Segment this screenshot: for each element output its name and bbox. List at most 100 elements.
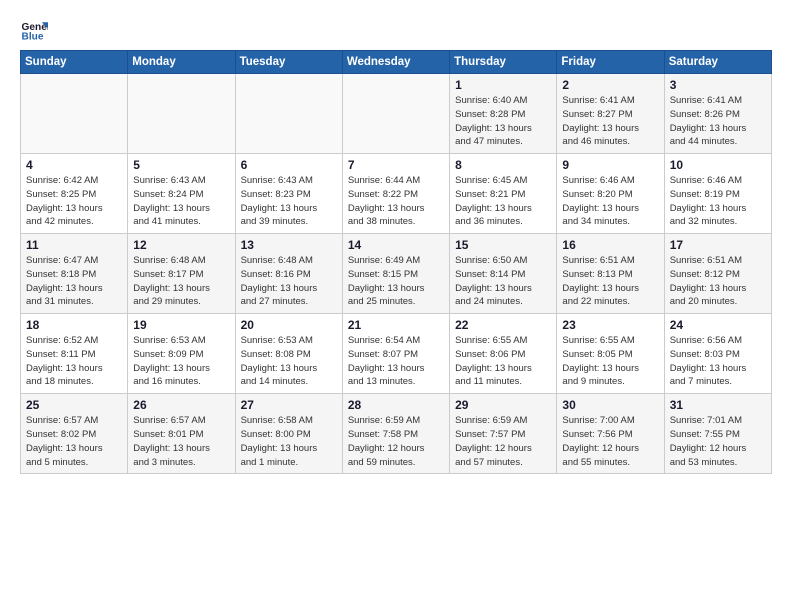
calendar-cell: 23 Sunrise: 6:55 AM Sunset: 8:05 PM Dayli… [557,314,664,394]
day-number: 22 [455,318,551,332]
day-number: 15 [455,238,551,252]
day-number: 14 [348,238,444,252]
calendar-cell: 14 Sunrise: 6:49 AM Sunset: 8:15 PM Dayli… [342,234,449,314]
day-info: Sunrise: 6:57 AM Sunset: 8:02 PM Dayligh… [26,414,122,469]
calendar-cell: 20 Sunrise: 6:53 AM Sunset: 8:08 PM Dayli… [235,314,342,394]
day-info: Sunrise: 6:46 AM Sunset: 8:20 PM Dayligh… [562,174,658,229]
day-number: 3 [670,78,766,92]
calendar-cell: 1Sunrise: 6:40 AM Sunset: 8:28 PM Daylig… [450,74,557,154]
calendar-cell: 22 Sunrise: 6:55 AM Sunset: 8:06 PM Dayli… [450,314,557,394]
calendar-cell: 9 Sunrise: 6:46 AM Sunset: 8:20 PM Daylig… [557,154,664,234]
calendar-body: 1Sunrise: 6:40 AM Sunset: 8:28 PM Daylig… [21,74,772,474]
day-info: Sunrise: 6:55 AM Sunset: 8:06 PM Dayligh… [455,334,551,389]
day-info: Sunrise: 6:45 AM Sunset: 8:21 PM Dayligh… [455,174,551,229]
calendar-cell: 26 Sunrise: 6:57 AM Sunset: 8:01 PM Dayli… [128,394,235,474]
calendar-cell: 18 Sunrise: 6:52 AM Sunset: 8:11 PM Dayli… [21,314,128,394]
calendar-cell [342,74,449,154]
day-info: Sunrise: 6:58 AM Sunset: 8:00 PM Dayligh… [241,414,337,469]
day-info: Sunrise: 6:48 AM Sunset: 8:17 PM Dayligh… [133,254,229,309]
calendar-cell [21,74,128,154]
calendar-cell: 24Sunrise: 6:56 AM Sunset: 8:03 PM Dayli… [664,314,771,394]
day-number: 30 [562,398,658,412]
day-number: 26 [133,398,229,412]
day-number: 10 [670,158,766,172]
calendar-cell: 19Sunrise: 6:53 AM Sunset: 8:09 PM Dayli… [128,314,235,394]
day-info: Sunrise: 6:50 AM Sunset: 8:14 PM Dayligh… [455,254,551,309]
day-info: Sunrise: 7:00 AM Sunset: 7:56 PM Dayligh… [562,414,658,469]
page-header: General Blue [20,16,772,44]
day-number: 7 [348,158,444,172]
day-info: Sunrise: 6:46 AM Sunset: 8:19 PM Dayligh… [670,174,766,229]
calendar-cell: 29 Sunrise: 6:59 AM Sunset: 7:57 PM Dayli… [450,394,557,474]
weekday-header-wednesday: Wednesday [342,51,449,74]
weekday-header-row: SundayMondayTuesdayWednesdayThursdayFrid… [21,51,772,74]
calendar-cell: 4 Sunrise: 6:42 AM Sunset: 8:25 PM Daylig… [21,154,128,234]
calendar-cell: 31 Sunrise: 7:01 AM Sunset: 7:55 PM Dayli… [664,394,771,474]
day-number: 8 [455,158,551,172]
calendar-cell: 2 Sunrise: 6:41 AM Sunset: 8:27 PM Daylig… [557,74,664,154]
day-number: 9 [562,158,658,172]
day-info: Sunrise: 6:40 AM Sunset: 8:28 PM Dayligh… [455,94,551,149]
day-info: Sunrise: 6:41 AM Sunset: 8:26 PM Dayligh… [670,94,766,149]
calendar-cell: 12Sunrise: 6:48 AM Sunset: 8:17 PM Dayli… [128,234,235,314]
weekday-header-saturday: Saturday [664,51,771,74]
calendar-week-4: 25Sunrise: 6:57 AM Sunset: 8:02 PM Dayli… [21,394,772,474]
day-info: Sunrise: 6:55 AM Sunset: 8:05 PM Dayligh… [562,334,658,389]
day-number: 5 [133,158,229,172]
calendar-week-3: 18 Sunrise: 6:52 AM Sunset: 8:11 PM Dayli… [21,314,772,394]
day-info: Sunrise: 6:49 AM Sunset: 8:15 PM Dayligh… [348,254,444,309]
day-number: 2 [562,78,658,92]
weekday-header-friday: Friday [557,51,664,74]
weekday-header-monday: Monday [128,51,235,74]
day-info: Sunrise: 6:52 AM Sunset: 8:11 PM Dayligh… [26,334,122,389]
day-info: Sunrise: 6:42 AM Sunset: 8:25 PM Dayligh… [26,174,122,229]
day-number: 11 [26,238,122,252]
calendar-cell [235,74,342,154]
logo-icon: General Blue [20,16,48,44]
calendar-cell [128,74,235,154]
day-info: Sunrise: 7:01 AM Sunset: 7:55 PM Dayligh… [670,414,766,469]
calendar-cell: 3 Sunrise: 6:41 AM Sunset: 8:26 PM Daylig… [664,74,771,154]
calendar-cell: 15 Sunrise: 6:50 AM Sunset: 8:14 PM Dayli… [450,234,557,314]
weekday-header-sunday: Sunday [21,51,128,74]
calendar-week-2: 11 Sunrise: 6:47 AM Sunset: 8:18 PM Dayli… [21,234,772,314]
calendar-cell: 17Sunrise: 6:51 AM Sunset: 8:12 PM Dayli… [664,234,771,314]
day-info: Sunrise: 6:47 AM Sunset: 8:18 PM Dayligh… [26,254,122,309]
calendar-cell: 27Sunrise: 6:58 AM Sunset: 8:00 PM Dayli… [235,394,342,474]
day-info: Sunrise: 6:43 AM Sunset: 8:24 PM Dayligh… [133,174,229,229]
day-info: Sunrise: 6:56 AM Sunset: 8:03 PM Dayligh… [670,334,766,389]
calendar-cell: 5 Sunrise: 6:43 AM Sunset: 8:24 PM Daylig… [128,154,235,234]
day-number: 18 [26,318,122,332]
day-info: Sunrise: 6:53 AM Sunset: 8:08 PM Dayligh… [241,334,337,389]
calendar-cell: 30 Sunrise: 7:00 AM Sunset: 7:56 PM Dayli… [557,394,664,474]
calendar-header: SundayMondayTuesdayWednesdayThursdayFrid… [21,51,772,74]
logo: General Blue [20,16,52,44]
day-number: 21 [348,318,444,332]
calendar-cell: 28 Sunrise: 6:59 AM Sunset: 7:58 PM Dayli… [342,394,449,474]
calendar-cell: 10 Sunrise: 6:46 AM Sunset: 8:19 PM Dayli… [664,154,771,234]
day-number: 6 [241,158,337,172]
calendar-cell: 25Sunrise: 6:57 AM Sunset: 8:02 PM Dayli… [21,394,128,474]
calendar-cell: 21 Sunrise: 6:54 AM Sunset: 8:07 PM Dayli… [342,314,449,394]
svg-text:Blue: Blue [22,31,44,42]
day-number: 23 [562,318,658,332]
calendar-table: SundayMondayTuesdayWednesdayThursdayFrid… [20,50,772,474]
day-info: Sunrise: 6:59 AM Sunset: 7:57 PM Dayligh… [455,414,551,469]
day-info: Sunrise: 6:57 AM Sunset: 8:01 PM Dayligh… [133,414,229,469]
day-info: Sunrise: 6:59 AM Sunset: 7:58 PM Dayligh… [348,414,444,469]
day-number: 29 [455,398,551,412]
day-info: Sunrise: 6:43 AM Sunset: 8:23 PM Dayligh… [241,174,337,229]
day-number: 13 [241,238,337,252]
day-info: Sunrise: 6:51 AM Sunset: 8:12 PM Dayligh… [670,254,766,309]
day-number: 31 [670,398,766,412]
day-number: 20 [241,318,337,332]
day-info: Sunrise: 6:53 AM Sunset: 8:09 PM Dayligh… [133,334,229,389]
calendar-cell: 13Sunrise: 6:48 AM Sunset: 8:16 PM Dayli… [235,234,342,314]
day-info: Sunrise: 6:51 AM Sunset: 8:13 PM Dayligh… [562,254,658,309]
day-number: 28 [348,398,444,412]
day-info: Sunrise: 6:41 AM Sunset: 8:27 PM Dayligh… [562,94,658,149]
calendar-cell: 11 Sunrise: 6:47 AM Sunset: 8:18 PM Dayli… [21,234,128,314]
day-number: 4 [26,158,122,172]
calendar-cell: 8 Sunrise: 6:45 AM Sunset: 8:21 PM Daylig… [450,154,557,234]
day-info: Sunrise: 6:54 AM Sunset: 8:07 PM Dayligh… [348,334,444,389]
